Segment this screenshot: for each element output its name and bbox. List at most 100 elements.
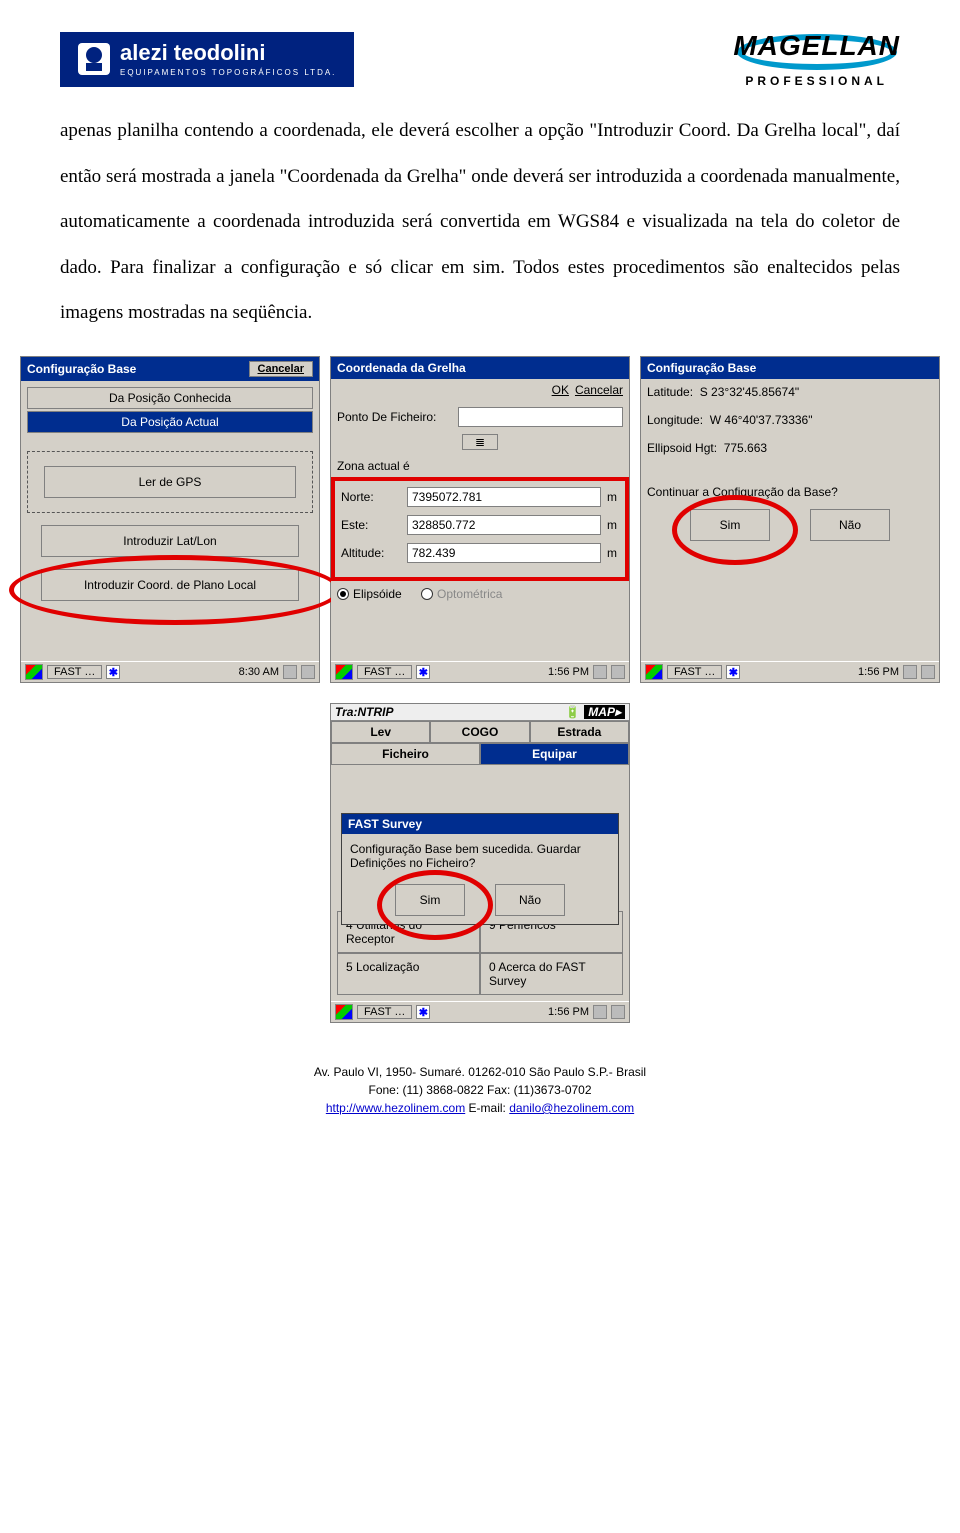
body-paragraph: apenas planilha contendo a coordenada, e…	[60, 108, 900, 336]
yes-button[interactable]: Sim	[690, 509, 770, 541]
bluetooth-icon[interactable]: ✱	[416, 1005, 430, 1019]
tab-current-position[interactable]: Da Posição Actual	[27, 411, 313, 433]
taskbar-app-button[interactable]: FAST …	[357, 665, 412, 679]
cancel-button[interactable]: Cancelar	[575, 383, 623, 397]
footer-site-link[interactable]: http://www.hezolinem.com	[326, 1101, 465, 1115]
logo-alezi-icon	[78, 43, 110, 75]
tray-icon[interactable]	[593, 1005, 607, 1019]
tray-icon[interactable]	[921, 665, 935, 679]
footer: Av. Paulo VI, 1950- Sumaré. 01262-010 Sã…	[60, 1063, 900, 1117]
yes-button[interactable]: Sim	[395, 884, 465, 916]
window-title: Coordenada da Grelha	[331, 357, 629, 379]
unit-label: m	[607, 518, 619, 532]
logo-alezi-text: alezi teodolini	[120, 42, 336, 64]
taskbar-app-button[interactable]: FAST …	[357, 1005, 412, 1019]
footer-address: Av. Paulo VI, 1950- Sumaré. 01262-010 Sã…	[60, 1063, 900, 1081]
read-gps-button[interactable]: Ler de GPS	[44, 466, 296, 498]
status-left: Tra:NTRIP	[335, 705, 393, 719]
screenshot-config-base: Configuração Base Cancelar Da Posição Co…	[20, 356, 320, 683]
start-icon[interactable]	[25, 664, 43, 680]
cancel-button[interactable]: Cancelar	[249, 361, 313, 377]
footer-email-link[interactable]: danilo@hezolinem.com	[509, 1101, 634, 1115]
ok-button[interactable]: OK	[552, 383, 569, 397]
logo-alezi: alezi teodolini EQUIPAMENTOS TOPOGRÁFICO…	[60, 32, 354, 87]
footer-phones: Fone: (11) 3868-0822 Fax: (11)3673-0702	[60, 1081, 900, 1099]
screenshot-grid-coord: Coordenada da Grelha OK Cancelar Ponto D…	[330, 356, 630, 683]
tray-icon[interactable]	[611, 665, 625, 679]
logo-magellan: MAGELLAN PROFESSIONAL	[733, 30, 900, 88]
logo-magellan-text: MAGELLAN	[733, 30, 900, 62]
map-button[interactable]: MAP▸	[584, 705, 625, 719]
logo-alezi-sub: EQUIPAMENTOS TOPOGRÁFICOS LTDA.	[120, 68, 336, 77]
zone-label: Zona actual é	[337, 459, 623, 473]
tab-lev[interactable]: Lev	[331, 721, 430, 743]
taskbar-app-button[interactable]: FAST …	[667, 665, 722, 679]
no-button[interactable]: Não	[495, 884, 565, 916]
latitude-label: Latitude:	[647, 385, 693, 399]
bluetooth-icon[interactable]: ✱	[416, 665, 430, 679]
ellipsoid-radio-label: Elipsóide	[353, 587, 402, 601]
title-text: Configuração Base	[27, 362, 136, 376]
header: alezi teodolini EQUIPAMENTOS TOPOGRÁFICO…	[60, 30, 900, 88]
tray-icon[interactable]	[301, 665, 315, 679]
status-bar: Tra:NTRIP 🔋 MAP▸	[331, 704, 629, 721]
tab-cogo[interactable]: COGO	[430, 721, 529, 743]
clock: 1:56 PM	[548, 1006, 589, 1018]
dialog-title: FAST Survey	[342, 814, 618, 834]
enter-grid-coord-button[interactable]: Introduzir Coord. de Plano Local	[41, 569, 298, 601]
list-button[interactable]: ≣	[462, 434, 498, 450]
east-label: Este:	[341, 518, 401, 532]
start-icon[interactable]	[645, 664, 663, 680]
unit-label: m	[607, 546, 619, 560]
taskbar: FAST … ✱ 8:30 AM	[21, 661, 319, 682]
dialog-message: Configuração Base bem sucedida. Guardar …	[350, 842, 610, 870]
window-title: Configuração Base Cancelar	[21, 357, 319, 381]
tray-icon[interactable]	[903, 665, 917, 679]
bluetooth-icon[interactable]: ✱	[106, 665, 120, 679]
title-text: Coordenada da Grelha	[337, 361, 466, 375]
footer-mail-prefix: E-mail:	[465, 1101, 509, 1115]
no-button[interactable]: Não	[810, 509, 890, 541]
continue-config-question: Continuar a Configuração da Base?	[647, 485, 933, 499]
menu-item-about[interactable]: 0 Acerca do FAST Survey	[480, 953, 623, 995]
north-input[interactable]	[407, 487, 601, 507]
tab-equipar[interactable]: Equipar	[480, 743, 629, 765]
screenshots-row: Configuração Base Cancelar Da Posição Co…	[20, 356, 940, 683]
tray-icon[interactable]	[611, 1005, 625, 1019]
north-label: Norte:	[341, 490, 401, 504]
taskbar-app-button[interactable]: FAST …	[47, 665, 102, 679]
altitude-input[interactable]	[407, 543, 601, 563]
taskbar: FAST … ✱ 1:56 PM	[331, 661, 629, 682]
screenshot-base-confirm: Configuração Base Latitude: S 23°32'45.8…	[640, 356, 940, 683]
save-dialog: FAST Survey Configuração Base bem sucedi…	[341, 813, 619, 925]
menu-item-localization[interactable]: 5 Localização	[337, 953, 480, 995]
clock: 8:30 AM	[239, 666, 279, 678]
longitude-label: Longitude:	[647, 413, 703, 427]
window-title: Configuração Base	[641, 357, 939, 379]
altitude-label: Altitude:	[341, 546, 401, 560]
screenshot-save-dialog: Tra:NTRIP 🔋 MAP▸ Lev COGO Estrada Fichei…	[330, 703, 630, 1023]
logo-magellan-sub: PROFESSIONAL	[733, 74, 900, 88]
tab-ficheiro[interactable]: Ficheiro	[331, 743, 480, 765]
title-text: Configuração Base	[647, 361, 756, 375]
file-point-input[interactable]	[458, 407, 623, 427]
ellipsoid-radio[interactable]: Elipsóide	[337, 587, 402, 601]
east-input[interactable]	[407, 515, 601, 535]
clock: 1:56 PM	[858, 666, 899, 678]
enter-latlon-button[interactable]: Introduzir Lat/Lon	[41, 525, 298, 557]
taskbar: FAST … ✱ 1:56 PM	[641, 661, 939, 682]
signal-icon: 🔋	[565, 705, 580, 719]
orthometric-radio-label: Optométrica	[437, 587, 502, 601]
tab-known-position[interactable]: Da Posição Conhecida	[27, 387, 313, 409]
clock: 1:56 PM	[548, 666, 589, 678]
taskbar: FAST … ✱ 1:56 PM	[331, 1001, 629, 1022]
tray-icon[interactable]	[593, 665, 607, 679]
bluetooth-icon[interactable]: ✱	[726, 665, 740, 679]
ellipsoid-height-value: 775.663	[724, 441, 767, 455]
start-icon[interactable]	[335, 1004, 353, 1020]
ellipsoid-height-label: Ellipsoid Hgt:	[647, 441, 717, 455]
tab-estrada[interactable]: Estrada	[530, 721, 629, 743]
orthometric-radio[interactable]: Optométrica	[421, 587, 502, 601]
start-icon[interactable]	[335, 664, 353, 680]
tray-icon[interactable]	[283, 665, 297, 679]
